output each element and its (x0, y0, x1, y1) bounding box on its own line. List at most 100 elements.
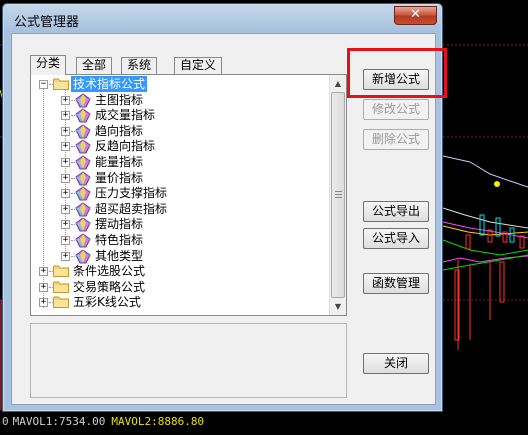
tree-node-child[interactable]: + 成交量指标 (31, 107, 321, 123)
tree-node-label: 技术指标公式 (71, 76, 148, 92)
tree-node-label: 主图指标 (95, 92, 144, 107)
expand-icon[interactable]: + (61, 142, 70, 152)
tree-node-label: 条件选股公式 (73, 264, 146, 279)
gem-icon (75, 170, 91, 186)
tree-node-category[interactable]: + 条件选股公式 (31, 263, 321, 279)
tab-system[interactable]: 系统 (121, 57, 158, 74)
button-label: 公式导入 (371, 231, 420, 245)
tree-node-child[interactable]: + 趋向指标 (31, 123, 321, 139)
tree-node-label: 交易策略公式 (73, 279, 146, 294)
tree-node-child[interactable]: + 主图指标 (31, 92, 321, 108)
tree-node-root[interactable]: − 技术指标公式 (31, 76, 321, 92)
expand-icon[interactable]: + (61, 204, 70, 214)
mavol1-value: MAVOL1:7534.00 (12, 415, 106, 428)
button-label: 关闭 (383, 356, 408, 370)
tree-node-child[interactable]: + 摆动指标 (31, 216, 321, 232)
delete-formula-button[interactable]: 删除公式 (363, 129, 429, 150)
tab-label: 系统 (127, 58, 152, 72)
function-manage-button[interactable]: 函数管理 (363, 273, 429, 294)
tree-node-child[interactable]: + 反趋向指标 (31, 138, 321, 154)
gem-icon (75, 108, 91, 123)
close-icon: ✕ (410, 7, 421, 22)
expand-icon[interactable]: + (61, 173, 70, 183)
dialog-client-area: 分类 全部 系统 自定义 − 技术指标公式 + 主图指标 + 成交量指标 + 趋向指标 + 反趋向… (11, 33, 447, 405)
folder-icon (53, 296, 69, 309)
grip-line (335, 197, 342, 198)
gem-icon (75, 124, 91, 139)
tree-node-label: 压力支撑指标 (95, 186, 168, 201)
tree-node-label: 成交量指标 (95, 108, 156, 123)
tree-node-label: 摆动指标 (95, 217, 144, 232)
formula-tree: − 技术指标公式 + 主图指标 + 成交量指标 + 趋向指标 + 反趋向指标 + 能量指标 + 量价指标 +… (31, 75, 331, 315)
tab-all[interactable]: 全部 (76, 57, 113, 74)
tree-node-child[interactable]: + 其他类型 (31, 248, 321, 264)
folder-icon (53, 265, 69, 278)
gem-icon (75, 233, 91, 248)
expand-icon[interactable]: + (39, 282, 48, 292)
gem-icon (75, 217, 91, 232)
button-label: 公式导出 (371, 204, 420, 218)
tree-node-label: 特色指标 (95, 233, 144, 247)
expand-icon[interactable]: + (61, 220, 70, 230)
tree-node-child[interactable]: + 压力支撑指标 (31, 185, 321, 201)
tree-node-label: 趋向指标 (95, 123, 144, 138)
folder-icon (53, 281, 69, 293)
tree-node-label: 超买超卖指标 (95, 201, 168, 216)
tree-node-label: 反趋向指标 (95, 139, 156, 154)
tree-node-label: 五彩K线公式 (73, 295, 141, 310)
formula-description-panel (30, 323, 347, 398)
tree-node-child[interactable]: + 能量指标 (31, 154, 321, 170)
expand-icon[interactable]: + (39, 298, 48, 308)
formula-manager-dialog: 公式管理器 ✕ 分类 全部 系统 自定义 − 技术指标公式 + 主图指标 + 成交量指标 +… (2, 3, 447, 412)
expand-icon[interactable]: + (61, 189, 70, 199)
formula-tree-panel: − 技术指标公式 + 主图指标 + 成交量指标 + 趋向指标 + 反趋向指标 + 能量指标 + 量价指标 +… (30, 74, 347, 316)
gem-icon (75, 248, 91, 264)
button-label: 删除公式 (371, 132, 420, 146)
tree-node-category[interactable]: + 五彩K线公式 (31, 294, 321, 310)
expand-icon[interactable]: + (61, 126, 70, 136)
scroll-down-icon[interactable]: ▼ (330, 298, 346, 315)
expand-icon[interactable]: + (61, 251, 70, 261)
indicator-status-bar: 0 MAVOL1:7534.00 MAVOL2:8886.80 (0, 414, 528, 435)
scroll-up-icon[interactable]: ▲ (330, 75, 346, 92)
window-title: 公式管理器 (14, 15, 80, 30)
title-bar[interactable]: 公式管理器 ✕ (4, 5, 441, 32)
button-label: 修改公式 (371, 102, 420, 116)
expand-icon[interactable]: + (61, 236, 70, 245)
expand-icon[interactable]: + (61, 95, 70, 105)
gem-icon (75, 139, 91, 154)
mavol2-value: MAVOL2:8886.80 (111, 415, 205, 428)
grip-line (335, 194, 342, 195)
close-window-button[interactable]: ✕ (394, 6, 437, 25)
tree-scrollbar[interactable]: ▲ ▼ (329, 75, 346, 315)
tab-label: 全部 (82, 58, 107, 72)
gem-icon (75, 186, 91, 201)
button-label: 函数管理 (371, 276, 420, 290)
tree-node-child[interactable]: + 量价指标 (31, 170, 321, 186)
tree-node-label: 量价指标 (95, 170, 144, 185)
tree-node-child[interactable]: + 特色指标 (31, 232, 321, 248)
highlight-annotation (347, 48, 447, 98)
gem-icon (75, 202, 91, 217)
expand-icon[interactable]: + (61, 158, 70, 167)
expand-icon[interactable]: + (61, 111, 70, 121)
folder-icon (53, 78, 69, 90)
expand-icon[interactable]: + (39, 267, 48, 277)
tab-label: 自定义 (180, 58, 217, 72)
status-prefix: 0 (2, 415, 9, 428)
grip-line (335, 191, 342, 192)
tab-label: 分类 (36, 56, 61, 70)
tab-custom[interactable]: 自定义 (174, 57, 223, 74)
close-button[interactable]: 关闭 (363, 353, 429, 374)
tab-category[interactable]: 分类 (30, 55, 67, 75)
gem-icon (75, 155, 91, 170)
tree-node-child[interactable]: + 超买超卖指标 (31, 201, 321, 217)
tree-node-category[interactable]: + 交易策略公式 (31, 279, 321, 295)
scroll-thumb[interactable] (331, 92, 345, 298)
modify-formula-button[interactable]: 修改公式 (363, 99, 429, 120)
collapse-icon[interactable]: − (39, 80, 48, 89)
export-formula-button[interactable]: 公式导出 (363, 201, 429, 222)
tree-node-label: 其他类型 (95, 248, 144, 263)
import-formula-button[interactable]: 公式导入 (363, 228, 429, 249)
tree-node-label: 能量指标 (95, 155, 144, 169)
